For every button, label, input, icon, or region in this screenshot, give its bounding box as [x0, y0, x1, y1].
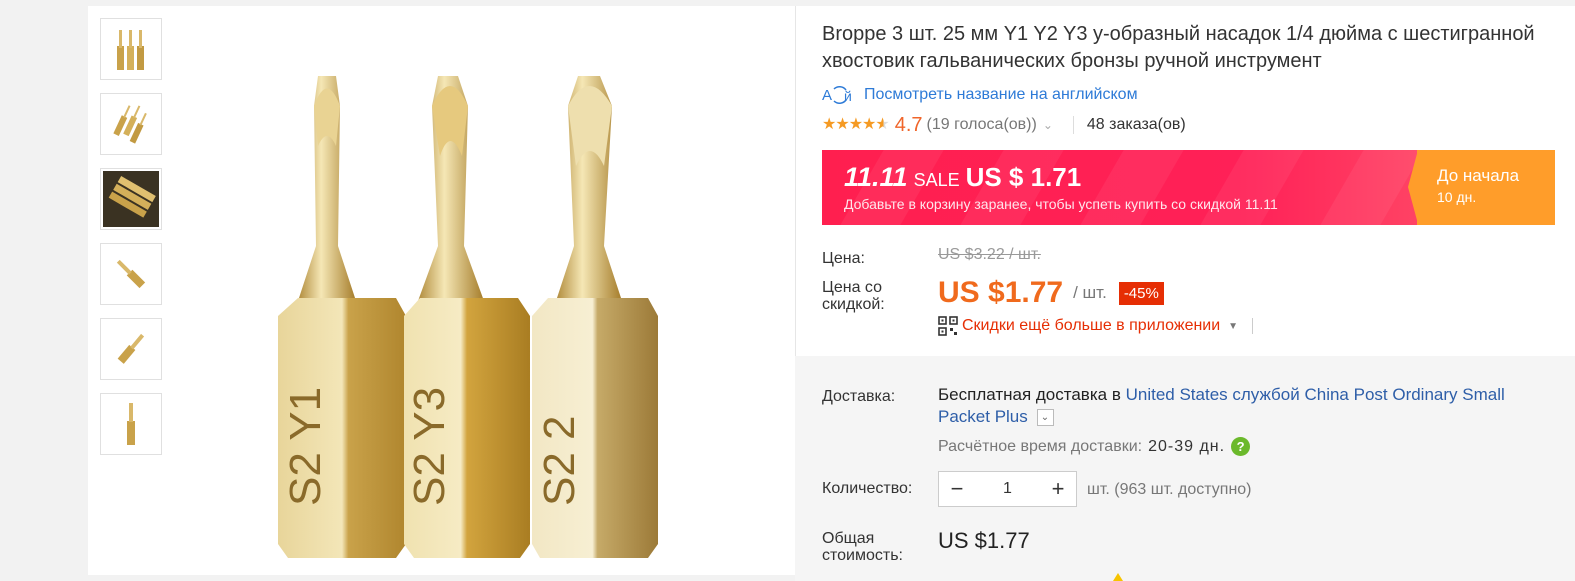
- product-page: S2 Y1 S2 Y3 S2 2 Broppe 3 шт. 25 мм Y1 Y…: [88, 6, 1575, 581]
- thumbnail-4[interactable]: [100, 243, 162, 305]
- quantity-available: шт. (963 шт. доступно): [1087, 481, 1252, 498]
- quantity-input[interactable]: 1: [1003, 480, 1012, 498]
- orders-count: 48 заказа(ов): [1086, 116, 1186, 133]
- eta-value: 20-39 дн.: [1148, 437, 1226, 455]
- discount-price: US $1.77 / шт. -45%: [938, 276, 1164, 310]
- bit-1-label: S2 Y1: [281, 387, 330, 506]
- bits-thumbnail-icon: [127, 403, 135, 445]
- eta-label: Расчётное время доставки:: [938, 437, 1143, 455]
- bits-thumbnail-icon: [117, 30, 144, 70]
- rating-row: ★ ★ ★ ★ ★ 4.7 (19 голоса(ов)) ⌄ 48 заказ…: [822, 114, 1186, 136]
- discount-badge: -45%: [1118, 281, 1164, 305]
- sale-subtitle: Добавьте в корзину заранее, чтобы успеть…: [844, 196, 1278, 212]
- decrement-button[interactable]: −: [947, 476, 967, 502]
- translate-link[interactable]: A й Посмотреть название на английском: [822, 84, 1138, 106]
- sale-banner: 11.11 SALE US $ 1.71 Добавьте в корзину …: [822, 150, 1555, 225]
- sale-price: US $ 1.71: [965, 162, 1082, 192]
- total-label-2: стоимость:: [822, 547, 903, 564]
- thumbnail-3[interactable]: [100, 168, 162, 230]
- svg-text:й: й: [844, 88, 852, 104]
- bits-thumbnail-icon: [116, 259, 146, 289]
- product-title: Broppe 3 шт. 25 мм Y1 Y2 Y3 у-образный н…: [822, 23, 1535, 72]
- free-shipping-text: Бесплатная доставка в: [938, 385, 1121, 404]
- sale-headline: 11.11 SALE US $ 1.71: [844, 162, 1081, 193]
- app-discount-text: Скидки ещё больше в приложении: [962, 317, 1221, 334]
- rating-value: 4.7: [894, 113, 923, 136]
- delivery-estimate: Расчётное время доставки: 20-39 дн. ?: [938, 437, 1251, 456]
- total-price: US $1.77: [938, 528, 1030, 553]
- shipping-info: Бесплатная доставка в United States служ…: [938, 384, 1548, 428]
- main-product-image: S2 Y1 S2 Y3 S2 2: [278, 76, 658, 558]
- sale-banner-main: 11.11 SALE US $ 1.71 Добавьте в корзину …: [822, 150, 1417, 225]
- bit-y3: S2 Y3: [404, 76, 530, 558]
- old-price: US $3.22 / шт.: [938, 246, 1041, 263]
- discount-price-label-1: Цена со: [822, 279, 882, 296]
- star-icon: ★: [835, 116, 849, 133]
- bit-3-label: S2 2: [535, 415, 584, 506]
- translate-icon: A й: [822, 86, 852, 104]
- sale-word: SALE: [913, 170, 960, 190]
- separator: [1252, 318, 1254, 334]
- price-unit: / шт.: [1073, 283, 1107, 302]
- new-price-value: US $1.77: [938, 276, 1064, 309]
- quantity-label: Количество:: [822, 480, 913, 497]
- half-star-icon: ★: [875, 116, 889, 133]
- order-panel: Доставка: Бесплатная доставка в United S…: [795, 356, 1575, 581]
- delivery-label: Доставка:: [822, 388, 896, 405]
- bits-thumbnail-icon: [113, 105, 147, 144]
- caret-down-icon: ▼: [1228, 320, 1239, 332]
- thumbnail-6[interactable]: [100, 393, 162, 455]
- quantity-stepper: − 1 +: [938, 471, 1077, 507]
- increment-button[interactable]: +: [1048, 476, 1068, 502]
- votes-count[interactable]: (19 голоса(ов)): [927, 116, 1037, 134]
- chevron-down-icon[interactable]: ⌄: [1036, 409, 1054, 427]
- sale-countdown: До начала 10 дн.: [1408, 150, 1555, 225]
- bit-y1: S2 Y1: [278, 76, 406, 558]
- thumbnail-1[interactable]: [100, 18, 162, 80]
- discount-price-label-2: скидкой:: [822, 296, 885, 313]
- bits-thumbnail-icon: [117, 333, 145, 364]
- countdown-label: До начала: [1437, 166, 1520, 185]
- bit-2: S2 2: [532, 76, 658, 558]
- thumbnail-list: [100, 18, 162, 468]
- help-icon[interactable]: ?: [1231, 437, 1251, 456]
- bits-thumbnail-icon: [103, 171, 159, 227]
- countdown-value: 10 дн.: [1437, 189, 1477, 205]
- star-icon: ★: [848, 116, 863, 133]
- qr-code-icon: [938, 316, 958, 336]
- thumbnail-5[interactable]: [100, 318, 162, 380]
- thumbnail-2[interactable]: [100, 93, 162, 155]
- separator: [1072, 116, 1074, 134]
- chevron-down-icon[interactable]: ⌄: [1043, 118, 1053, 132]
- translate-link-text: Посмотреть название на английском: [864, 86, 1138, 103]
- total-label-1: Общая: [822, 530, 875, 547]
- app-discount-link[interactable]: Скидки ещё больше в приложении ▼: [938, 316, 1254, 336]
- rating-stars[interactable]: ★ ★ ★ ★ ★: [822, 116, 890, 133]
- sale-event: 11.11: [844, 162, 908, 192]
- svg-text:A: A: [822, 87, 832, 104]
- price-label: Цена:: [822, 250, 865, 267]
- star-icon: ★: [822, 116, 836, 133]
- decorative-triangle: [1113, 573, 1123, 581]
- star-icon: ★: [862, 116, 876, 133]
- bit-2-label: S2 Y3: [405, 387, 454, 506]
